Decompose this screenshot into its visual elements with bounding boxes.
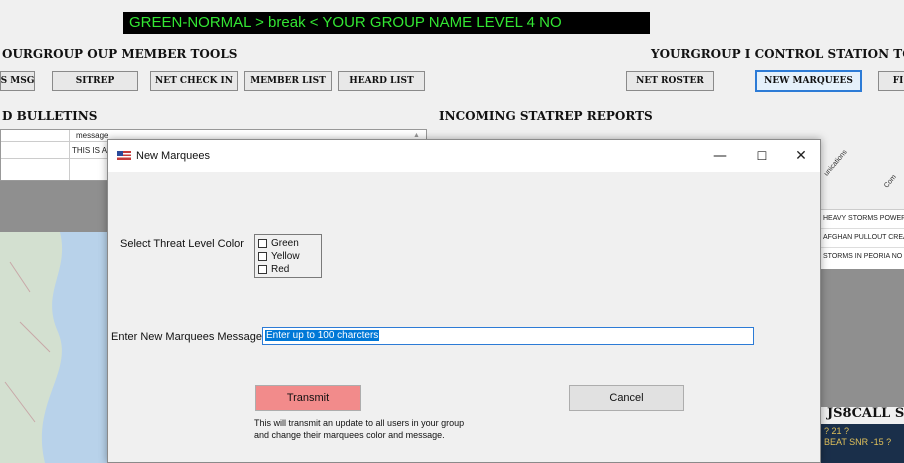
- send-msg-button[interactable]: S MSG: [0, 71, 35, 91]
- option-red[interactable]: Red: [255, 263, 321, 276]
- column-divider: [69, 130, 70, 180]
- dialog-title: New Marquees: [136, 150, 210, 162]
- gray-panel: [0, 181, 108, 232]
- transmit-note-line2: and change their marquees color and mess…: [254, 430, 445, 440]
- option-green[interactable]: Green: [255, 237, 321, 250]
- statrep-row[interactable]: AFGHAN PULLOUT CREA: [823, 234, 904, 241]
- row-divider: [821, 247, 904, 248]
- js8-log-line: BEAT SNR -15 ?: [824, 437, 892, 447]
- statrep-header: INCOMING STATREP REPORTS: [439, 109, 653, 123]
- js8call-log: ? 21 ? BEAT SNR -15 ?: [821, 424, 904, 463]
- option-yellow[interactable]: Yellow: [255, 250, 321, 263]
- option-label: Green: [271, 238, 299, 249]
- threat-level-label: Select Threat Level Color: [120, 238, 244, 250]
- row-divider: [821, 228, 904, 229]
- checkbox-red[interactable]: [258, 265, 267, 274]
- checkbox-yellow[interactable]: [258, 252, 267, 261]
- statrep-panel: unications Com HEAVY STORMS POWER AFGHAN…: [821, 139, 904, 463]
- close-button[interactable]: ✕: [778, 140, 824, 172]
- option-label: Red: [271, 264, 290, 275]
- sitrep-button[interactable]: SITREP: [52, 71, 138, 91]
- net-roster-button[interactable]: NET ROSTER: [626, 71, 714, 91]
- message-column-header[interactable]: message: [76, 131, 108, 140]
- marquee-banner: GREEN-NORMAL > break < YOUR GROUP NAME L…: [123, 12, 650, 34]
- statrep-empty-area: [821, 269, 904, 407]
- js8call-header: JS8CALL STA: [827, 406, 904, 421]
- scroll-up-icon[interactable]: ▲: [413, 132, 420, 139]
- control-tools-header: YOURGROUP I CONTROL STATION TOOLS: [651, 47, 904, 61]
- heard-list-button[interactable]: HEARD LIST: [338, 71, 425, 91]
- message-input-value: Enter up to 100 charcters: [265, 330, 380, 341]
- statrep-column-label: unications: [823, 148, 849, 178]
- transmit-note-line1: This will transmit an update to all user…: [254, 418, 465, 428]
- flag-icon: [117, 151, 131, 160]
- dialog-titlebar[interactable]: New Marquees — ☐ ✕: [108, 140, 820, 172]
- bulletins-header: D BULLETINS: [2, 109, 98, 123]
- marquee-message-input[interactable]: Enter up to 100 charcters: [262, 327, 754, 345]
- net-check-in-button[interactable]: NET CHECK IN: [150, 71, 238, 91]
- statrep-rows[interactable]: HEAVY STORMS POWER AFGHAN PULLOUT CREA S…: [821, 209, 904, 270]
- statrep-row[interactable]: HEAVY STORMS POWER: [823, 215, 904, 222]
- transmit-button[interactable]: Transmit: [255, 385, 361, 411]
- threat-color-group: Green Yellow Red: [254, 234, 322, 278]
- message-label: Enter New Marquees Message :: [111, 331, 269, 343]
- statrep-column-label-2: Com: [883, 173, 898, 190]
- new-marquees-dialog: New Marquees — ☐ ✕ Select Threat Level C…: [107, 139, 821, 463]
- statrep-row[interactable]: STORMS IN PEORIA NO: [823, 253, 904, 260]
- cancel-button[interactable]: Cancel: [569, 385, 684, 411]
- minimize-button[interactable]: —: [697, 140, 743, 172]
- files-button[interactable]: FI: [878, 71, 904, 91]
- new-marquees-button[interactable]: NEW MARQUEES: [755, 70, 862, 92]
- js8-log-line: ? 21 ?: [824, 426, 850, 436]
- checkbox-green[interactable]: [258, 239, 267, 248]
- map-view[interactable]: [0, 232, 108, 463]
- option-label: Yellow: [271, 251, 300, 262]
- member-list-button[interactable]: MEMBER LIST: [244, 71, 332, 91]
- bulletin-row-message[interactable]: THIS IS A: [72, 146, 107, 155]
- member-tools-header: OURGROUP OUP MEMBER TOOLS: [2, 47, 238, 61]
